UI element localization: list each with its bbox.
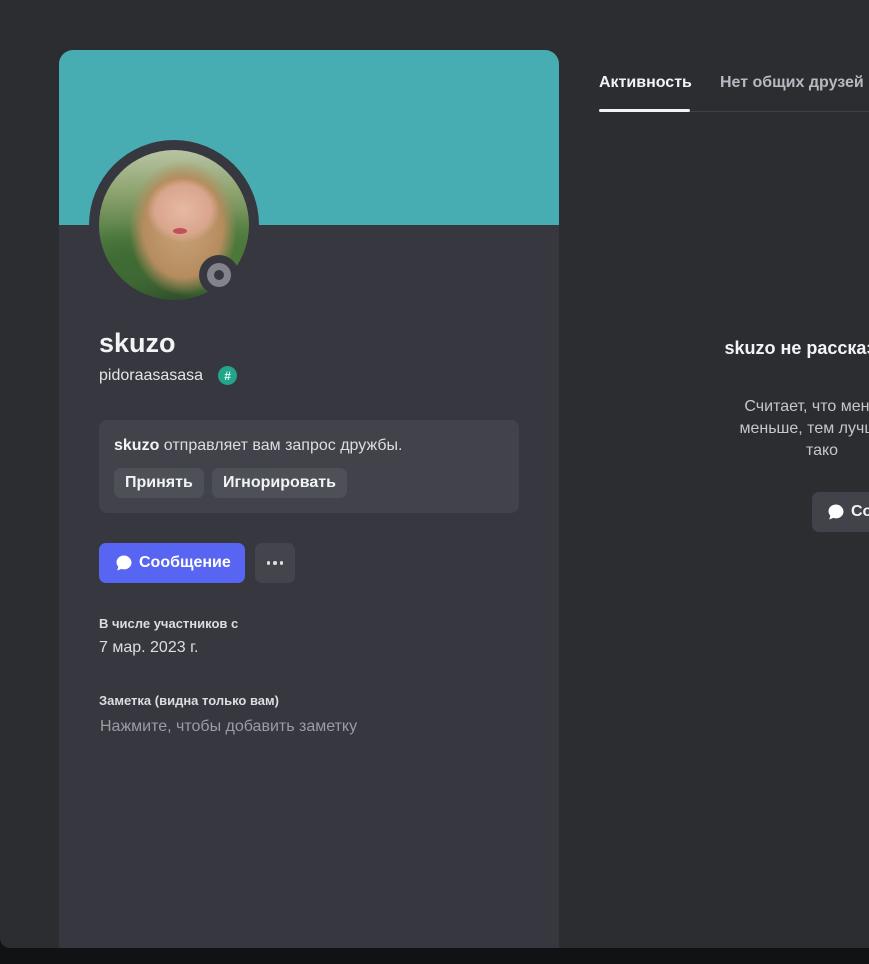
- more-dots-icon: [279, 561, 284, 565]
- subtitle-line-2: меньше, тем лучше: [739, 420, 869, 437]
- member-since-date: 7 мар. 2023 г.: [99, 639, 199, 656]
- request-message: отправляет вам запрос дружбы.: [159, 437, 403, 454]
- accept-button[interactable]: Принять: [114, 468, 204, 498]
- profile-card: skuzo pidoraasasasa # skuzo отправляет в…: [59, 50, 559, 948]
- message-button[interactable]: Сообщение: [99, 543, 245, 583]
- activity-action-button[interactable]: Со: [812, 492, 869, 532]
- tab-mutual-friends[interactable]: Нет общих друзей: [720, 74, 864, 92]
- chat-bubble-icon: [828, 504, 844, 520]
- tab-divider: [690, 111, 869, 112]
- hash-badge-icon[interactable]: #: [218, 366, 238, 385]
- chat-bubble-icon: [116, 555, 132, 571]
- note-input[interactable]: Нажмите, чтобы добавить заметку: [100, 718, 357, 736]
- friend-request-text: skuzo отправляет вам запрос дружбы.: [114, 437, 402, 455]
- subtitle-line-3: тако: [805, 442, 839, 459]
- username[interactable]: pidoraasasasa: [99, 367, 203, 385]
- message-button-label: Сообщение: [139, 554, 231, 571]
- activity-action-label: Со: [851, 503, 869, 520]
- status-indicator: [199, 255, 239, 295]
- more-options-button[interactable]: [255, 543, 295, 583]
- activity-empty-title: skuzo не рассказ акти: [724, 338, 869, 358]
- activity-empty-subtitle: Считает, что меньше меньше, тем лучше та…: [702, 396, 869, 462]
- subtitle-line-1: Считает, что меньше: [744, 398, 869, 415]
- offline-status-icon: [207, 263, 231, 287]
- friend-request-box: skuzo отправляет вам запрос дружбы. Прин…: [99, 420, 519, 513]
- more-dots-icon: [273, 561, 277, 565]
- display-name: skuzo: [99, 328, 176, 358]
- avatar-photo-detail: [173, 228, 187, 234]
- note-label: Заметка (видна только вам): [99, 693, 279, 708]
- active-tab-indicator: [599, 109, 690, 112]
- profile-modal: skuzo pidoraasasasa # skuzo отправляет в…: [0, 0, 869, 948]
- ignore-button[interactable]: Игнорировать: [212, 468, 347, 498]
- more-dots-icon: [266, 561, 271, 565]
- avatar-frame: [89, 140, 259, 310]
- tab-activity[interactable]: Активность: [599, 74, 692, 92]
- request-sender-name: skuzo: [114, 437, 160, 454]
- member-since-label: В числе участников с: [99, 616, 239, 631]
- username-row: pidoraasasasa #: [99, 366, 238, 385]
- profile-tabs: Активность Нет общих друзей: [599, 0, 869, 113]
